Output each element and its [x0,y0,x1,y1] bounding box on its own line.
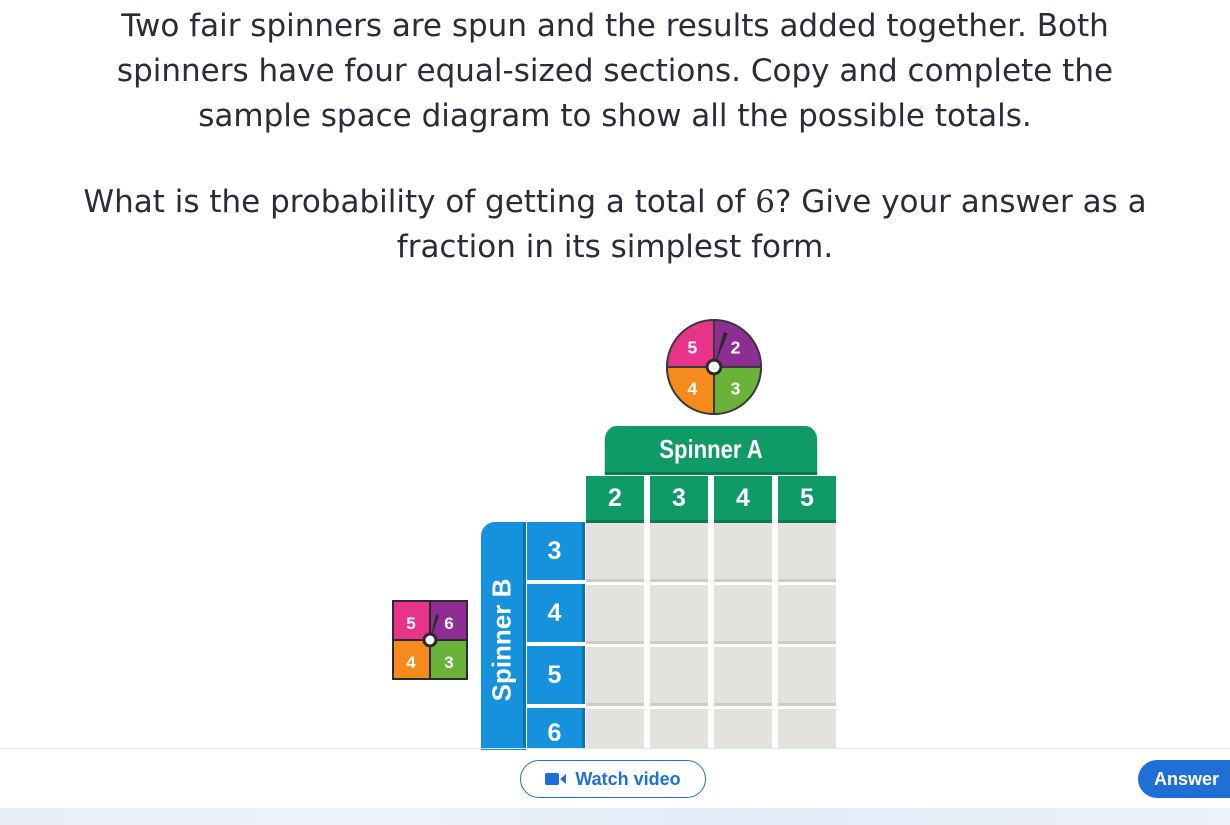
bottom-bar [0,808,1230,825]
spinner-b-label-br: 3 [444,653,453,672]
spinner-b-graphic: 5 6 3 4 [392,600,468,680]
spinner-a-value-cell: 2 [586,476,644,523]
sample-space-cell [586,523,644,582]
question-line-3: sample space diagram to show all the pos… [198,98,1032,134]
answer-button[interactable]: Answer [1138,760,1230,798]
spinner-a-label-br: 3 [731,378,741,398]
sample-space-cell [650,585,708,644]
spinner-a-value-cell: 4 [714,476,772,523]
spinner-a-label-tr: 2 [731,337,741,357]
question-text: Two fair spinners are spun and the resul… [0,4,1230,139]
sample-space-cell [650,647,708,706]
spinner-b-value: 6 [547,719,562,747]
spinner-a-graphic: 5 2 3 4 [665,318,763,416]
video-camera-icon [545,773,567,785]
spinner-b-value-cell: 6 [527,708,585,748]
spinner-b-value-cell: 3 [527,522,585,580]
prompt-before: What is the probability of getting a tot… [83,184,756,220]
spinner-b-label-tl: 5 [406,614,415,633]
sample-space-cell [778,709,836,748]
sample-space-cell [586,709,644,748]
spinner-a-value: 3 [672,483,686,512]
spinner-b-label-tr: 6 [444,614,453,633]
sample-space-cell [586,585,644,644]
spinner-a-label-bl: 4 [688,378,698,398]
footer-divider [0,748,1230,749]
sample-space-cell [714,709,772,748]
spinner-b-value: 5 [547,660,562,689]
question-line-2: spinners have four equal-sized sections.… [116,53,1114,89]
spinner-b-value-cell: 5 [527,646,585,704]
answer-label: Answer [1154,768,1220,789]
sample-space-cell [714,647,772,706]
sample-space-cell [650,709,708,748]
question-prompt: What is the probability of getting a tot… [0,180,1230,270]
prompt-line-2: fraction in its simplest form. [396,229,834,265]
spinner-b-value-cell: 4 [527,584,585,642]
sample-space-cell [778,647,836,706]
sample-space-cell [778,523,836,582]
prompt-math-value: 6 [755,184,775,220]
spinner-b-value: 4 [547,598,562,627]
spinner-a-value: 5 [800,483,814,512]
sample-space-cell [714,585,772,644]
sample-space-cell [778,585,836,644]
watch-video-label: Watch video [575,768,681,789]
spinner-a-header: Spinner A [604,426,818,475]
spinner-a-value: 2 [608,483,622,512]
spinner-b-label-bl: 4 [406,653,416,672]
spinner-a-header-label: Spinner A [659,433,763,464]
watch-video-button[interactable]: Watch video [520,760,706,798]
spinner-a-value-cell: 3 [650,476,708,523]
spinner-b-value: 3 [547,536,562,565]
question-line-1: Two fair spinners are spun and the resul… [121,8,1109,44]
sample-space-cell [586,647,644,706]
spinner-b-header-label: Spinner B [486,578,517,702]
sample-space-cell [714,523,772,582]
spinner-a-value-cell: 5 [778,476,836,523]
prompt-after: ? Give your answer as a [774,184,1147,220]
spinner-a-label-tl: 5 [688,337,698,357]
sample-space-cell [650,523,708,582]
spinner-a-value: 4 [736,483,750,512]
